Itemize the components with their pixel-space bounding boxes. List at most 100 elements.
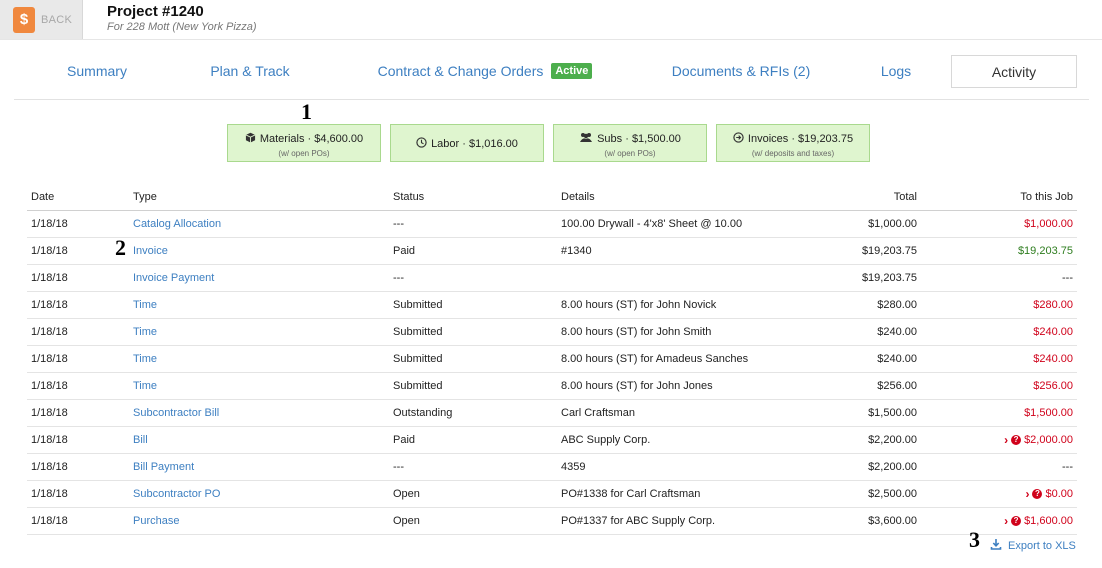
status-cell: Submitted — [393, 380, 443, 392]
project-title: Project #1240 — [107, 3, 204, 20]
table-row[interactable]: 1/18/18 Subcontractor Bill Outstanding Carl… — [27, 400, 1077, 427]
table-row[interactable]: 1/18/18 Time Submitted 8.00 hours (ST) for … — [27, 319, 1077, 346]
card-title: Labor · $1,016.00 — [431, 138, 518, 150]
users-icon — [579, 132, 593, 146]
active-badge: Active — [551, 62, 593, 79]
invoices-card[interactable]: Invoices · $19,203.75 (w/ deposits and t… — [716, 124, 870, 162]
table-row[interactable]: 1/18/18 Purchase Open PO#1337 for ABC Suppl… — [27, 508, 1077, 535]
labor-card[interactable]: Labor · $1,016.00 — [390, 124, 544, 162]
to-this-job-cell: $240.00 — [1033, 326, 1073, 338]
table-row[interactable]: 1/18/18 Subcontractor PO Open PO#1338 for C… — [27, 481, 1077, 508]
export-xls-button[interactable]: Export to XLS — [990, 538, 1076, 553]
status-cell: --- — [393, 272, 404, 284]
date-cell: 1/18/18 — [31, 326, 68, 338]
tab-label: Logs — [880, 62, 912, 79]
card-subtitle: (w/ open POs) — [278, 149, 330, 158]
receipt-dollar-icon: $ — [13, 6, 35, 33]
status-cell: --- — [393, 218, 404, 230]
status-cell: Submitted — [393, 353, 443, 365]
type-link[interactable]: Bill Payment — [133, 454, 194, 480]
date-cell: 1/18/18 — [31, 434, 68, 446]
table-row[interactable]: 1/18/18 Bill Payment --- 4359 $2,200.00 --- — [27, 454, 1077, 481]
back-button[interactable]: $ BACK — [0, 0, 83, 40]
tab-summary[interactable]: Summary — [60, 55, 134, 86]
to-this-job-cell: --- — [1062, 272, 1073, 284]
total-cell: $1,000.00 — [868, 218, 917, 230]
card-subtitle: (w/ deposits and taxes) — [751, 149, 835, 158]
to-this-job-cell[interactable]: ›? $0.00 — [1025, 481, 1073, 507]
table-row[interactable]: 1/18/18 Invoice Paid #1340 $19,203.75 $19,203… — [27, 238, 1077, 265]
total-cell: $240.00 — [877, 326, 917, 338]
type-link[interactable]: Time — [133, 373, 157, 399]
status-cell: Submitted — [393, 326, 443, 338]
total-cell: $256.00 — [877, 380, 917, 392]
total-cell: $2,500.00 — [868, 488, 917, 500]
details-cell: 8.00 hours (ST) for Amadeus Sanches — [561, 353, 749, 365]
to-this-job-value: $0.00 — [1045, 488, 1073, 500]
type-link[interactable]: Purchase — [133, 508, 179, 534]
to-this-job-cell: $240.00 — [1033, 353, 1073, 365]
details-cell: 8.00 hours (ST) for John Jones — [561, 380, 713, 392]
card-title: Materials · $4,600.00 — [259, 133, 364, 145]
type-link[interactable]: Invoice — [133, 238, 168, 264]
table-header: Date Type Status Details Total To this J… — [27, 184, 1077, 211]
to-this-job-cell[interactable]: ›? $1,600.00 — [1004, 508, 1073, 534]
chevron-right-icon: › — [1004, 514, 1009, 528]
to-this-job-value: $2,000.00 — [1024, 434, 1073, 446]
type-link[interactable]: Time — [133, 292, 157, 318]
to-this-job-cell: --- — [1062, 461, 1073, 473]
tab-label: Documents & RFIs (2) — [671, 62, 811, 79]
tab-plan-track[interactable]: Plan & Track — [200, 55, 300, 86]
annotation-1: 1 — [301, 99, 312, 124]
details-cell: PO#1338 for Carl Craftsman — [561, 488, 701, 500]
card-title: Invoices · $19,203.75 — [747, 133, 854, 145]
total-cell: $3,600.00 — [868, 515, 917, 527]
date-cell: 1/18/18 — [31, 488, 68, 500]
activity-table: Date Type Status Details Total To this J… — [27, 184, 1077, 535]
subs-card[interactable]: Subs · $1,500.00 (w/ open POs) — [553, 124, 707, 162]
table-row[interactable]: 1/18/18 Time Submitted 8.00 hours (ST) for … — [27, 292, 1077, 319]
date-cell: 1/18/18 — [31, 245, 68, 257]
details-cell: #1340 — [561, 245, 592, 257]
total-cell: $19,203.75 — [861, 272, 917, 284]
type-link[interactable]: Invoice Payment — [133, 265, 214, 291]
type-link[interactable]: Time — [133, 346, 157, 372]
tab-documents-rfis[interactable]: Documents & RFIs (2) — [666, 55, 816, 86]
to-this-job-cell[interactable]: ›? $2,000.00 — [1004, 427, 1073, 453]
header-details: Details — [561, 191, 595, 203]
type-link[interactable]: Subcontractor PO — [133, 481, 220, 507]
table-row[interactable]: 1/18/18 Bill Paid ABC Supply Corp. $2,200.00… — [27, 427, 1077, 454]
download-icon — [990, 538, 1002, 553]
tab-contract-change-orders[interactable]: Contract & Change Orders Active — [372, 55, 598, 86]
question-icon: ? — [1011, 516, 1022, 526]
date-cell: 1/18/18 — [31, 407, 68, 419]
details-cell: 8.00 hours (ST) for John Smith — [561, 326, 712, 338]
details-cell: 100.00 Drywall - 4'x8' Sheet @ 10.00 — [561, 218, 743, 230]
table-row[interactable]: 1/18/18 Invoice Payment --- $19,203.75 --- — [27, 265, 1077, 292]
materials-card[interactable]: Materials · $4,600.00 (w/ open POs) — [227, 124, 381, 162]
to-this-job-cell: $1,000.00 — [1024, 218, 1073, 230]
table-row[interactable]: 1/18/18 Catalog Allocation --- 100.00 Drywa… — [27, 211, 1077, 238]
status-cell: Open — [393, 488, 420, 500]
tab-label: Plan & Track — [210, 62, 290, 79]
total-cell: $2,200.00 — [868, 461, 917, 473]
annotation-3: 3 — [969, 527, 980, 552]
total-cell: $1,500.00 — [868, 407, 917, 419]
status-cell: Paid — [393, 245, 416, 257]
tab-bar: Summary Plan & Track Contract & Change O… — [0, 55, 1102, 88]
back-label: BACK — [41, 13, 73, 26]
table-row[interactable]: 1/18/18 Time Submitted 8.00 hours (ST) for … — [27, 373, 1077, 400]
header-type: Type — [133, 191, 157, 203]
details-cell: PO#1337 for ABC Supply Corp. — [561, 515, 716, 527]
type-link[interactable]: Bill — [133, 427, 148, 453]
tab-activity[interactable]: Activity — [951, 55, 1077, 88]
clock-icon — [416, 137, 427, 151]
date-cell: 1/18/18 — [31, 515, 68, 527]
details-cell: 8.00 hours (ST) for John Novick — [561, 299, 717, 311]
type-link[interactable]: Time — [133, 319, 157, 345]
table-row[interactable]: 1/18/18 Time Submitted 8.00 hours (ST) for … — [27, 346, 1077, 373]
tab-logs[interactable]: Logs — [868, 55, 924, 86]
type-link[interactable]: Catalog Allocation — [133, 211, 221, 237]
type-link[interactable]: Subcontractor Bill — [133, 400, 219, 426]
details-cell: ABC Supply Corp. — [561, 434, 651, 446]
